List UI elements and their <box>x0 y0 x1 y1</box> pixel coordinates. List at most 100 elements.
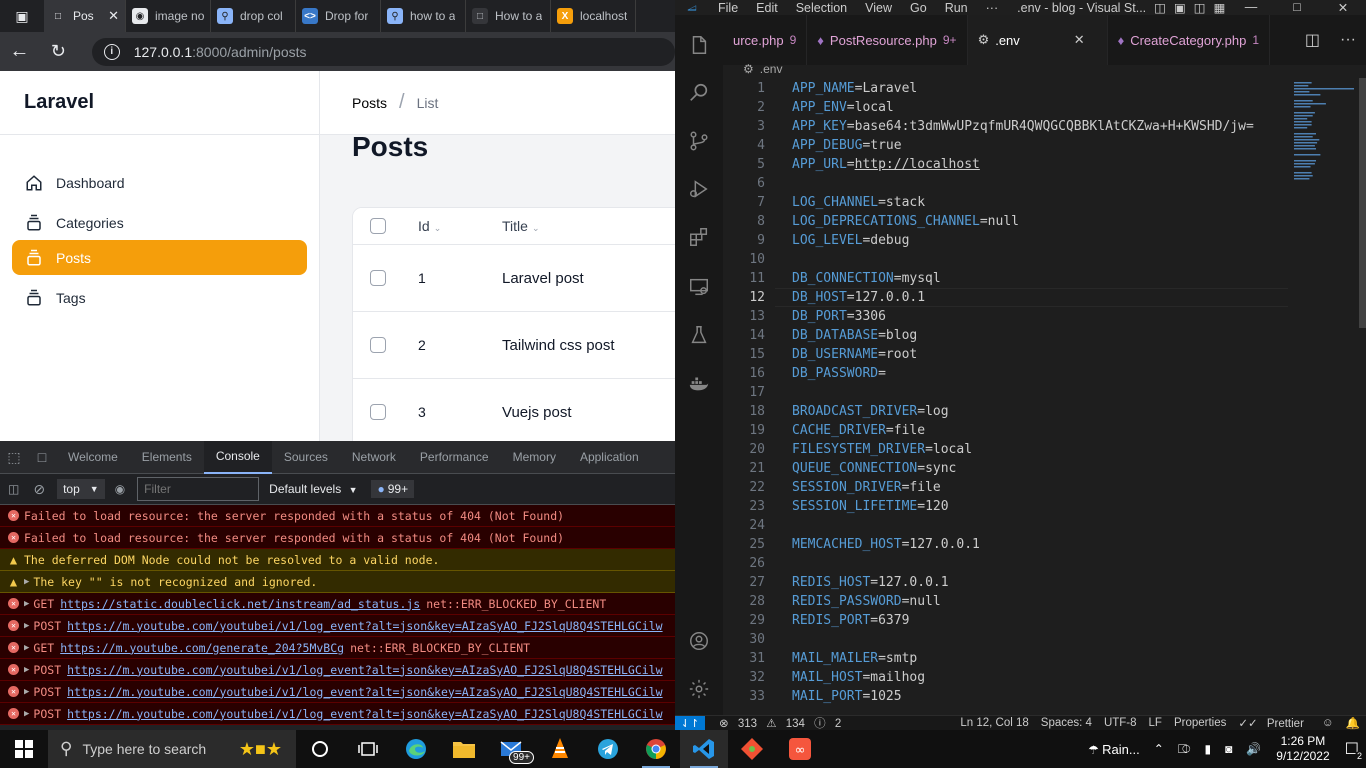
accounts-icon[interactable] <box>687 629 711 653</box>
console-message[interactable]: ▲ The deferred DOM Node could not be reso… <box>0 549 675 571</box>
end-of-line[interactable]: LF <box>1143 717 1168 729</box>
taskbar-clock[interactable]: 1:26 PM 9/12/2022 <box>1268 734 1337 764</box>
toggle-sidebar-icon[interactable]: ◫ <box>1154 0 1166 15</box>
close-button[interactable]: ✕ <box>1320 0 1366 15</box>
console-message[interactable]: ✕ Failed to load resource: the server res… <box>0 527 675 549</box>
menu-item[interactable]: Edit <box>747 1 787 15</box>
menu-item[interactable]: View <box>856 1 901 15</box>
language-mode[interactable]: Properties <box>1168 717 1232 729</box>
issues-badge[interactable]: ● 99+ <box>371 480 415 498</box>
telegram-icon[interactable] <box>584 730 632 768</box>
console-message[interactable]: ✕ Failed to load resource: the server res… <box>0 505 675 527</box>
context-selector[interactable]: top ▼ <box>57 479 105 499</box>
menu-item[interactable]: ··· <box>977 1 1008 15</box>
devtools-tab-elements[interactable]: Elements <box>130 441 204 474</box>
table-row[interactable]: 3 Vuejs post <box>353 379 675 446</box>
chrome-tab[interactable]: ⚲ drop col <box>211 0 296 32</box>
mail-icon[interactable]: 99+ <box>488 730 536 768</box>
maximize-button[interactable]: □ <box>1274 0 1320 15</box>
toggle-panel-icon[interactable]: ▣ <box>1174 0 1186 15</box>
sidebar-item-dashboard[interactable]: Dashboard <box>12 165 307 200</box>
sidebar-item-categories[interactable]: Categories <box>12 205 307 240</box>
usb-device-icon[interactable]: ⎄ <box>1171 742 1198 757</box>
taskbar-search-box[interactable]: ⚲ Type here to search ★■★ <box>48 730 296 768</box>
console-message[interactable]: ▲ ▶ The key "" is not recognized and ignor… <box>0 571 675 593</box>
code-editor[interactable]: 1 APP_NAME=Laravel 2 APP_ENV=local 3 APP_KEY=… <box>723 78 1288 708</box>
vlc-icon[interactable] <box>536 730 584 768</box>
remote-indicator-icon[interactable]: ⇃↾ <box>675 716 705 730</box>
sidebar-toggle-icon[interactable]: ◫ <box>8 482 19 496</box>
chrome-tab[interactable]: ⚲ how to a <box>381 0 466 32</box>
source-control-icon[interactable] <box>687 129 711 153</box>
file-explorer-icon[interactable] <box>440 730 488 768</box>
table-row[interactable]: 1 Laravel post <box>353 245 675 312</box>
row-checkbox[interactable] <box>370 270 386 286</box>
indentation[interactable]: Spaces: 4 <box>1035 717 1098 729</box>
back-arrow-icon[interactable]: ← <box>0 40 39 63</box>
expand-arrow-icon[interactable]: ▶ <box>24 643 29 653</box>
clear-console-icon[interactable]: ⊘ <box>33 481 45 498</box>
console-message[interactable]: ✕ ▶ GET https://static.doubleclick.net/inst… <box>0 593 675 615</box>
resource-link[interactable]: https://static.doubleclick.net/instream/… <box>60 597 420 611</box>
chrome-tab[interactable]: <> Drop for <box>296 0 381 32</box>
editor-scrollbar[interactable] <box>1359 78 1366 328</box>
chrome-tab[interactable]: □ Pos ✕ <box>44 0 126 32</box>
devtools-tab-network[interactable]: Network <box>340 441 408 474</box>
minimize-button[interactable]: — <box>1228 0 1274 15</box>
notifications-bell-icon[interactable]: 🔔 <box>1340 716 1366 730</box>
console-message[interactable]: ✕ ▶ POST https://m.youtube.com/youtubei/v1/… <box>0 659 675 681</box>
testing-icon[interactable] <box>687 323 711 347</box>
minimap[interactable] <box>1288 78 1360 198</box>
breadcrumb-posts[interactable]: Posts <box>352 95 387 111</box>
console-filter-input[interactable] <box>137 477 260 501</box>
git-client-icon[interactable] <box>728 730 776 768</box>
remote-explorer-icon[interactable] <box>687 275 711 299</box>
console-message[interactable]: ✕ ▶ POST https://m.youtube.com/youtubei/v1/… <box>0 703 675 725</box>
device-toolbar-icon[interactable]: □ <box>28 441 56 474</box>
show-hidden-icons-chevron-icon[interactable]: ⌃ <box>1147 742 1171 756</box>
select-all-checkbox[interactable] <box>370 218 386 234</box>
devtools-tab-performance[interactable]: Performance <box>408 441 501 474</box>
devtools-tab-console[interactable]: Console <box>203 440 272 474</box>
resource-link[interactable]: https://m.youtube.com/generate_204?5MvBC… <box>60 641 344 655</box>
chrome-browser-icon[interactable] <box>632 730 680 768</box>
volume-icon[interactable]: 🔊 <box>1239 742 1268 756</box>
site-info-icon[interactable]: i <box>103 43 120 60</box>
console-message[interactable]: ✕ ▶ POST https://m.youtube.com/youtubei/v1/… <box>0 615 675 637</box>
chrome-tab[interactable]: □ How to a <box>466 0 551 32</box>
console-message[interactable]: ✕ ▶ POST https://m.youtube.com/youtubei/v1/… <box>0 681 675 703</box>
console-message[interactable]: ✕ ▶ GET https://m.youtube.com/generate_204?… <box>0 637 675 659</box>
expand-arrow-icon[interactable]: ▶ <box>24 621 29 631</box>
expand-arrow-icon[interactable]: ▶ <box>24 709 29 719</box>
sidebar-item-tags[interactable]: Tags <box>12 280 307 315</box>
chrome-tab[interactable]: ◉ image no <box>126 0 211 32</box>
notifications-icon[interactable]: ☐ 2 <box>1338 739 1366 761</box>
extensions-icon[interactable] <box>687 225 711 249</box>
run-debug-icon[interactable] <box>687 177 711 201</box>
vscode-taskbar-icon[interactable] <box>680 730 728 768</box>
menu-item[interactable]: Go <box>901 1 936 15</box>
docker-icon[interactable] <box>687 371 711 395</box>
close-tab-icon[interactable]: ✕ <box>1074 32 1085 48</box>
resource-link[interactable]: https://m.youtube.com/youtubei/v1/log_ev… <box>67 685 662 699</box>
column-header-title[interactable]: Title ⌄ <box>502 218 539 234</box>
weather-widget[interactable]: ☂ Rain... <box>1081 742 1147 757</box>
menu-item[interactable]: Run <box>936 1 977 15</box>
encoding[interactable]: UTF-8 <box>1098 717 1143 729</box>
task-view-icon[interactable] <box>344 730 392 768</box>
problems-indicator[interactable]: ⊗ 313 ⚠ 134 ⓘ 2 <box>713 716 853 730</box>
log-levels-dropdown[interactable]: Default levels ▼ <box>269 482 357 496</box>
tab-search-icon[interactable]: ▣ <box>0 0 44 32</box>
toggle-secondary-sidebar-icon[interactable]: ◫ <box>1194 0 1206 15</box>
expand-arrow-icon[interactable]: ▶ <box>24 687 29 697</box>
edge-browser-icon[interactable] <box>392 730 440 768</box>
wifi-icon[interactable]: ◙ <box>1218 742 1239 756</box>
customize-layout-icon[interactable]: ▦ <box>1214 0 1226 15</box>
reload-icon[interactable]: ↻ <box>39 41 78 62</box>
expand-arrow-icon[interactable]: ▶ <box>24 599 29 609</box>
devtools-tab-memory[interactable]: Memory <box>501 441 568 474</box>
row-checkbox[interactable] <box>370 337 386 353</box>
address-bar[interactable]: i 127.0.0.1:8000/admin/posts <box>91 37 675 66</box>
table-row[interactable]: 2 Tailwind css post <box>353 312 675 379</box>
devtools-tab-application[interactable]: Application <box>568 441 651 474</box>
